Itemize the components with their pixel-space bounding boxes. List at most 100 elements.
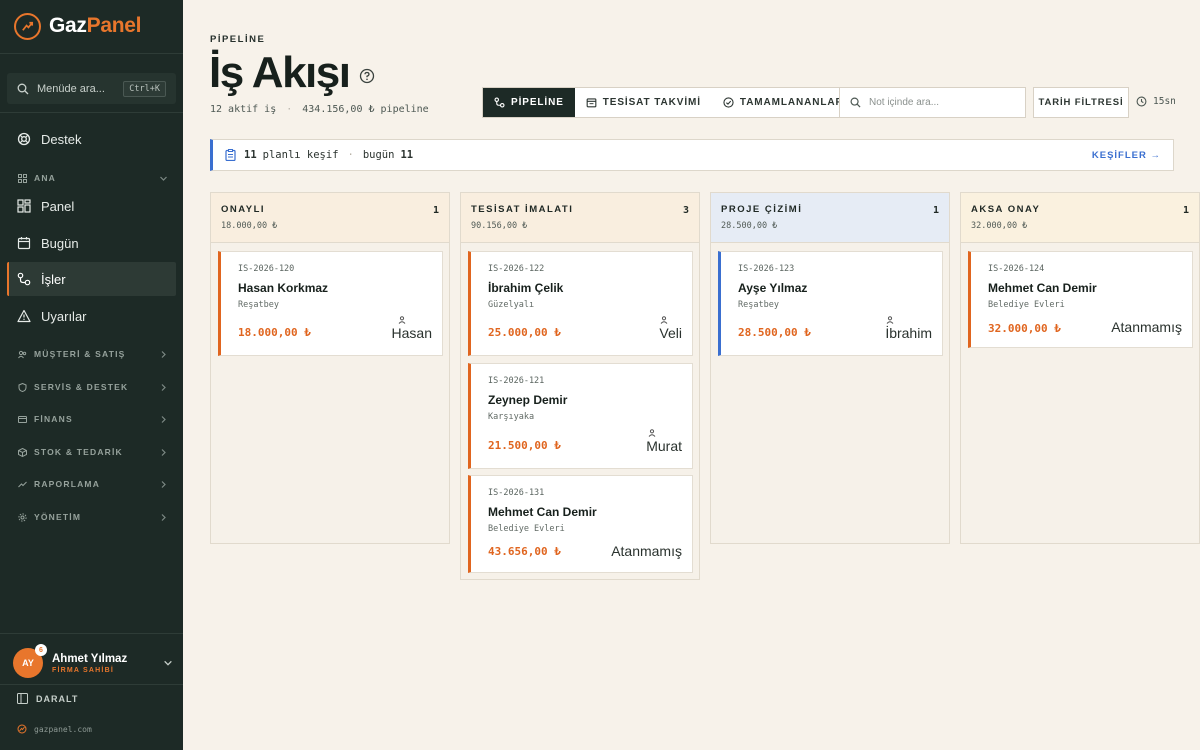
user-menu[interactable]: AY 6 Ahmet Yılmaz FİRMA SAHİBİ [13, 644, 173, 679]
check-circle-icon [723, 97, 734, 108]
calendar-icon [17, 237, 31, 250]
job-card[interactable]: IS-2026-131 Mehmet Can Demir Belediye Ev… [468, 475, 693, 573]
assignee: Atanmamış [611, 543, 682, 559]
brand-logo[interactable]: GazPanel [14, 12, 141, 40]
job-card[interactable]: IS-2026-121 Zeynep Demir Karşıyaka 21.50… [468, 363, 693, 469]
calendar-icon [586, 98, 597, 108]
assignee: Murat [646, 429, 682, 454]
column-title: AKSA ONAY [971, 204, 1041, 215]
nav-group-reporting[interactable]: RAPORLAMA [18, 476, 168, 492]
assignee-name: Atanmamış [611, 543, 682, 559]
menu-search-input[interactable]: Menüde ara... Ctrl+K [7, 73, 176, 104]
search-icon [850, 97, 861, 108]
clipboard-icon [225, 149, 236, 161]
job-id: IS-2026-124 [988, 264, 1045, 274]
job-card[interactable]: IS-2026-120 Hasan Korkmaz Reşatbey 18.00… [218, 251, 443, 356]
auto-refresh-indicator[interactable]: 15sn [1136, 96, 1176, 107]
job-amount: 25.000,00 ₺ [488, 326, 561, 339]
site-link[interactable]: gazpanel.com [17, 724, 92, 734]
note-search-input[interactable]: Not içinde ara... [839, 87, 1026, 118]
refresh-interval: 15sn [1153, 96, 1176, 107]
assignee-name: Hasan [391, 325, 432, 341]
assignee: Atanmamış [1111, 319, 1182, 335]
today-label: bugün [362, 149, 395, 161]
logo-small-icon [17, 724, 27, 734]
column-header: AKSA ONAY 32.000,00 ₺ 1 [961, 193, 1199, 243]
customer-name: Hasan Korkmaz [238, 281, 329, 295]
job-location: Reşatbey [238, 300, 279, 310]
logo-flame-icon [14, 12, 41, 40]
nav-group-label: FİNANS [34, 414, 73, 424]
date-filter-button[interactable]: TARİH FİLTRESİ [1033, 87, 1129, 118]
sidebar-item-support[interactable]: Destek [7, 122, 176, 156]
nav-group-finance[interactable]: FİNANS [18, 411, 168, 427]
nav-group-customer-sales[interactable]: MÜŞTERİ & SATIŞ [18, 346, 168, 362]
tab-completed[interactable]: TAMAMLANANLAR [712, 88, 855, 117]
search-icon [17, 83, 29, 94]
column-header: PROJE ÇİZİMİ 28.500,00 ₺ 1 [711, 193, 949, 243]
chevron-right-icon [161, 383, 166, 391]
person-icon [648, 429, 656, 437]
nav-group-service-support[interactable]: SERVİS & DESTEK [18, 379, 168, 395]
collapse-sidebar-button[interactable]: DARALT [17, 693, 78, 704]
nav-group-management[interactable]: YÖNETİM [18, 509, 168, 525]
nav-group-label: STOK & TEDARİK [34, 447, 123, 457]
assignee-name: Atanmamış [1111, 319, 1182, 335]
nav-group-stock-supply[interactable]: STOK & TEDARİK [18, 444, 168, 460]
job-location: Karşıyaka [488, 412, 535, 422]
column-sum: 18.000,00 ₺ [221, 221, 278, 231]
job-card[interactable]: IS-2026-122 İbrahim Çelik Güzelyalı 25.0… [468, 251, 693, 356]
alert-icon [17, 309, 31, 323]
sidebar-divider [0, 53, 183, 54]
avatar: AY 6 [13, 644, 47, 678]
chevron-down-icon [160, 176, 167, 181]
assignee: İbrahim [885, 316, 932, 341]
nav-group-main[interactable]: ANA [18, 170, 168, 186]
sidebar-item-label: Panel [41, 198, 75, 214]
view-tabs: PİPELİNE TESİSAT TAKVİMİ TAMAMLANANLAR [482, 87, 856, 118]
column-title: ONAYLI [221, 204, 266, 215]
page-meta: 12 aktif iş · 434.156,00 ₺ pipeline [210, 104, 429, 115]
sidebar-item-jobs[interactable]: İşler [7, 262, 176, 296]
planned-survey-banner: 11 planlı keşif · bugün 11 KEŞİFLER → [210, 139, 1174, 171]
sidebar-item-label: Destek [41, 131, 82, 147]
job-location: Belediye Evleri [988, 300, 1065, 310]
column-count: 1 [932, 205, 939, 216]
chevron-right-icon [161, 415, 166, 423]
sidebar-item-today[interactable]: Bugün [7, 226, 176, 260]
chevron-right-icon [161, 480, 166, 488]
customer-name: Mehmet Can Demir [988, 281, 1097, 295]
column-header: TESİSAT İMALATI 90.156,00 ₺ 3 [461, 193, 699, 243]
job-id: IS-2026-122 [488, 264, 545, 274]
sidebar-item-label: Bugün [41, 235, 79, 251]
job-amount: 18.000,00 ₺ [238, 326, 311, 339]
chevron-right-icon [161, 448, 166, 456]
today-count: 11 [400, 149, 414, 161]
column-count: 1 [432, 205, 439, 216]
surveys-link[interactable]: KEŞİFLER → [1092, 150, 1161, 161]
shield-icon [18, 382, 27, 392]
job-location: Reşatbey [738, 300, 779, 310]
finance-icon [18, 415, 27, 423]
job-amount: 21.500,00 ₺ [488, 439, 561, 452]
notification-badge: 6 [35, 644, 47, 656]
sidebar-item-alerts[interactable]: Uyarılar [7, 299, 176, 333]
chevron-right-icon [161, 513, 166, 521]
tab-pipeline[interactable]: PİPELİNE [483, 88, 575, 117]
sidebar-item-panel[interactable]: Panel [7, 189, 176, 223]
nav-group-label: MÜŞTERİ & SATIŞ [34, 349, 126, 359]
box-icon [18, 447, 27, 457]
assignee-name: Murat [646, 438, 682, 454]
tab-installation-calendar[interactable]: TESİSAT TAKVİMİ [575, 88, 712, 117]
collapse-label: DARALT [36, 693, 79, 704]
brand-name: GazPanel [49, 14, 142, 37]
page-title-row: İş Akışı [209, 48, 375, 98]
job-card[interactable]: IS-2026-123 Ayşe Yılmaz Reşatbey 28.500,… [718, 251, 943, 356]
help-icon[interactable] [359, 68, 375, 84]
active-jobs-count: 12 aktif iş [210, 104, 277, 115]
job-card[interactable]: IS-2026-124 Mehmet Can Demir Belediye Ev… [968, 251, 1193, 348]
sidebar-item-label: İşler [41, 271, 66, 287]
trend-icon [18, 481, 27, 487]
grid-small-icon [18, 173, 27, 183]
sidebar-collapse-icon [17, 693, 28, 704]
